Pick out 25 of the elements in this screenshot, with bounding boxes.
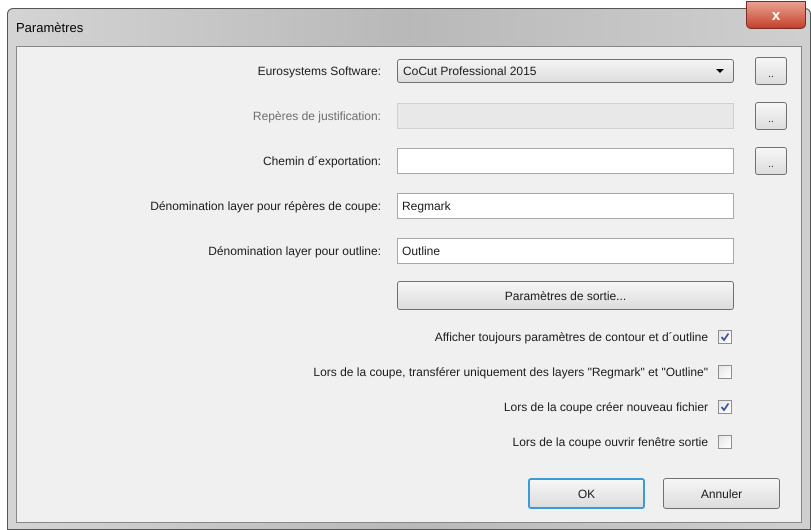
checkbox[interactable] — [718, 435, 732, 449]
checkbox-label: Lors de la coupe, transférer uniquement des layers "Regmark" et "Outline" — [313, 364, 708, 381]
cancel-button[interactable]: Annuler — [663, 478, 780, 509]
checkbox[interactable] — [718, 400, 732, 414]
input-field[interactable]: Regmark — [397, 193, 734, 219]
field-label: Dénomination layer pour répères de coupe: — [149, 198, 381, 215]
checkbox-label: Lors de la coupe créer nouveau fichier — [504, 399, 708, 416]
checkbox[interactable] — [718, 330, 732, 344]
checkbox-label: Lors de la coupe ouvrir fenêtre sortie — [512, 434, 708, 451]
field-label: Eurosystems Software: — [256, 63, 381, 80]
input-field[interactable]: Outline — [397, 238, 734, 264]
dropdown-value: CoCut Professional 2015 — [403, 63, 536, 80]
input-field[interactable] — [397, 148, 734, 174]
window-title: Paramètres — [16, 18, 84, 37]
browse-button[interactable]: .. — [755, 57, 787, 85]
ok-button[interactable]: OK — [528, 478, 645, 509]
output-settings-button[interactable]: Paramètres de sortie... — [397, 281, 734, 310]
field-label: Chemin d´exportation: — [262, 153, 381, 170]
field-label: Dénomination layer pour outline: — [207, 243, 381, 260]
checkbox-label: Afficher toujours paramètres de contour et d´outline — [434, 329, 708, 346]
caret-icon — [716, 69, 724, 73]
dropdown[interactable]: CoCut Professional 2015 — [397, 59, 734, 83]
browse-button[interactable]: .. — [755, 147, 787, 175]
checkbox[interactable] — [718, 365, 732, 379]
field-label: Repères de justification: — [252, 108, 381, 125]
